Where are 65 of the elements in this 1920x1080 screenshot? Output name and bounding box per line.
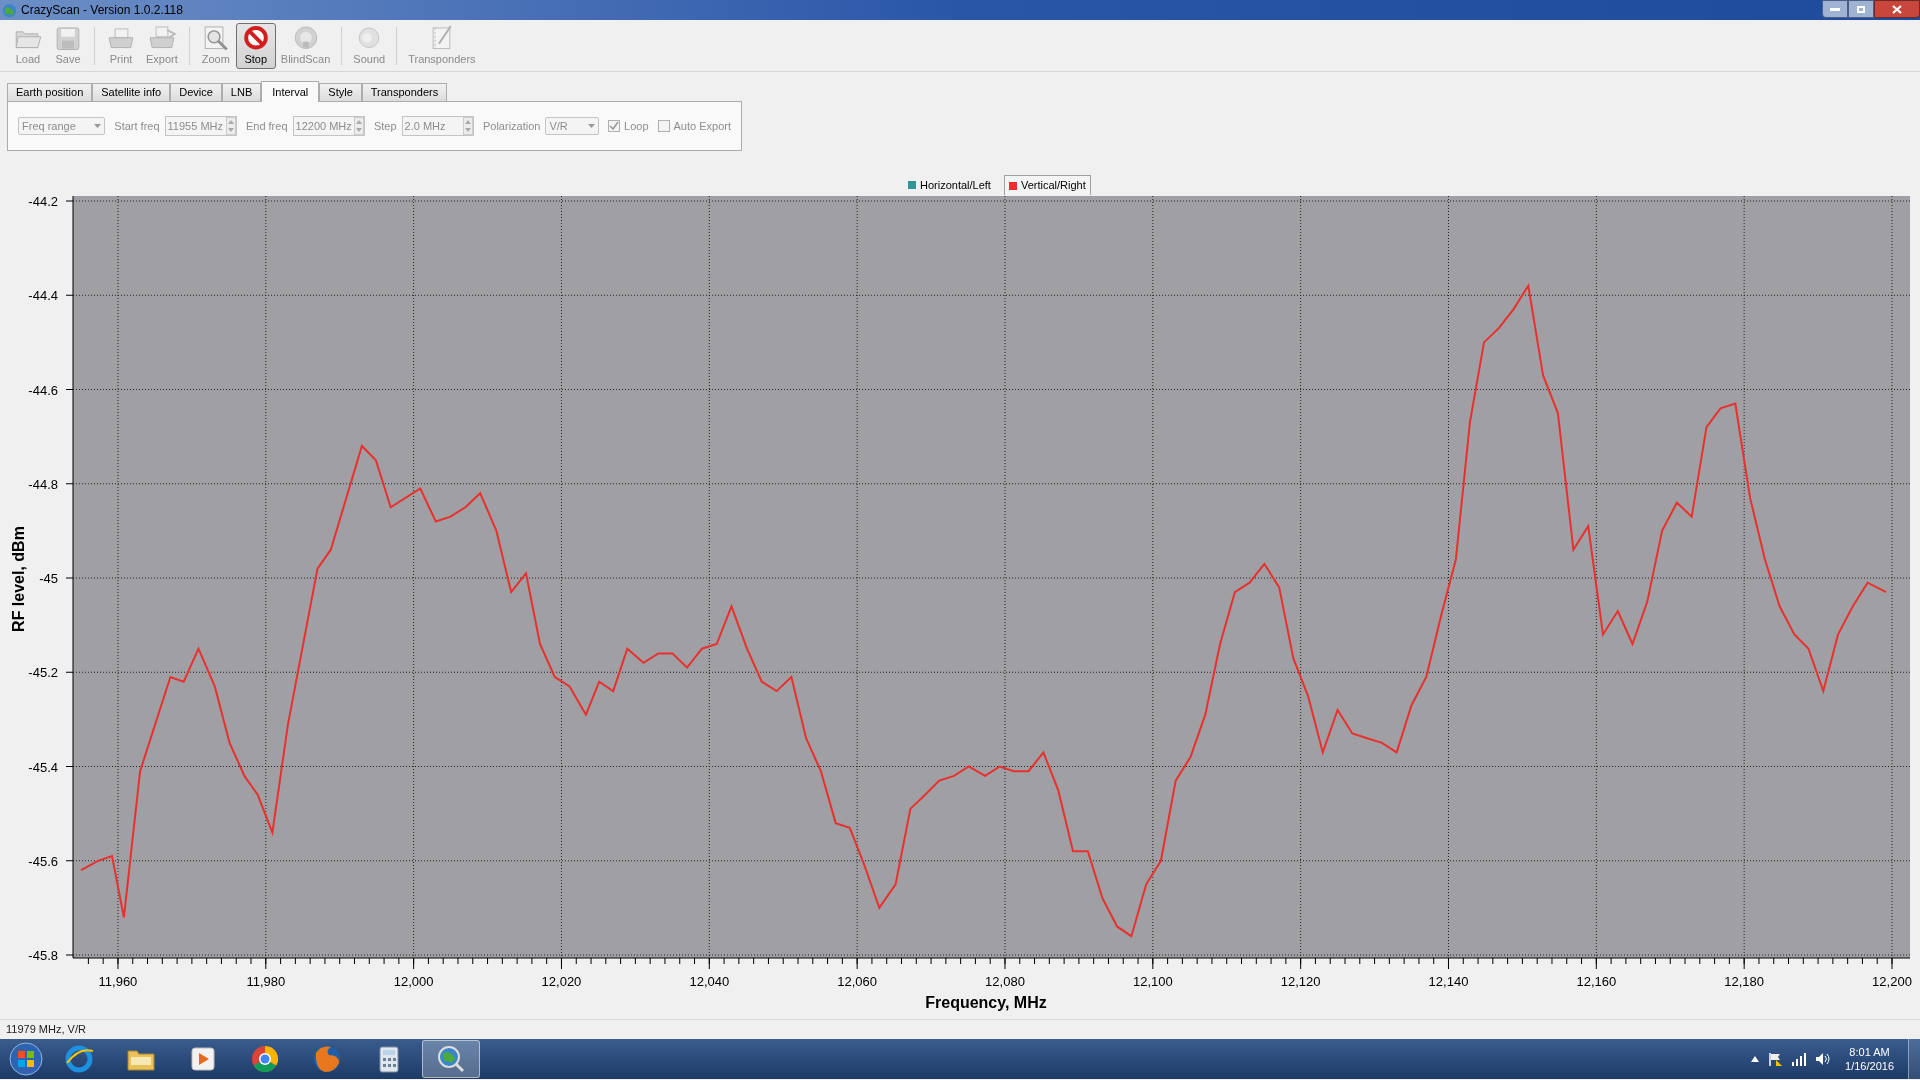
x-tick-label: 11,980 <box>246 974 286 989</box>
close-icon <box>1892 4 1902 14</box>
spinner-arrows-icon <box>225 117 236 135</box>
show-hidden-icons-arrow-icon[interactable] <box>1751 1056 1760 1062</box>
start-button[interactable] <box>6 1040 46 1078</box>
signal-bars-icon[interactable] <box>1791 1052 1808 1066</box>
toolbar-button[interactable]: Stop <box>235 22 276 69</box>
tab[interactable]: Device <box>170 83 222 101</box>
printer-icon <box>146 23 177 51</box>
minimize-button[interactable] <box>1822 0 1848 18</box>
x-tick-label: 12,140 <box>1428 974 1469 989</box>
start-orb-icon <box>9 1042 43 1076</box>
spinner-arrows-icon <box>462 117 473 135</box>
y-tick-label: -45.6 <box>28 853 58 869</box>
y-tick-label: -45.4 <box>28 759 58 775</box>
dropdown-arrow-icon <box>94 124 102 128</box>
x-tick-label: 12,180 <box>1724 974 1765 989</box>
x-tick-label: 12,200 <box>1872 974 1912 989</box>
field-label: Polarization <box>482 118 541 134</box>
show-desktop-button[interactable] <box>1908 1039 1920 1079</box>
close-button[interactable] <box>1874 0 1920 18</box>
color-wheel-icon <box>249 1043 281 1075</box>
globe-icon <box>2 2 17 18</box>
flag-icon[interactable] <box>1767 1051 1784 1067</box>
dropdown-arrow-icon <box>588 124 596 128</box>
tab[interactable]: Interval <box>261 81 320 102</box>
tab[interactable]: LNB <box>221 83 262 101</box>
field-label: End freq <box>245 118 288 134</box>
y-tick-label: -44.6 <box>28 382 58 398</box>
checkmark-icon <box>609 121 620 131</box>
ring-icon <box>63 1043 95 1075</box>
x-tick-label: 12,100 <box>1132 974 1173 989</box>
maximize-button[interactable] <box>1848 0 1874 18</box>
legend-label: Horizontal/Left <box>920 177 991 193</box>
status-text: 11979 MHz, V/R <box>6 1022 86 1038</box>
x-axis-title: Frequency, MHz <box>925 994 1047 1011</box>
field-label: Start freq <box>114 118 160 134</box>
x-tick-label: 12,060 <box>837 974 878 989</box>
y-tick-label: -45.8 <box>28 948 58 963</box>
tab[interactable]: Earth position <box>7 83 93 101</box>
x-tick-label: 12,120 <box>1280 974 1321 989</box>
legend-label: Vertical/Right <box>1020 178 1086 194</box>
spinner-arrows-icon <box>353 117 364 135</box>
tab[interactable]: Transponders <box>361 83 448 101</box>
y-axis-title: RF level, dBm <box>10 526 27 632</box>
legend-item[interactable]: Horizontal/Left <box>903 175 996 195</box>
speaker-icon[interactable] <box>1815 1052 1832 1066</box>
y-tick-label: -44.2 <box>28 194 58 209</box>
x-tick-label: 12,040 <box>689 974 730 989</box>
y-tick-label: -45 <box>39 571 58 586</box>
x-tick-label: 11,960 <box>98 974 138 989</box>
x-tick-label: 12,000 <box>393 974 434 989</box>
window-title: CrazyScan - Version 1.0.2.118 <box>21 2 183 19</box>
tab[interactable]: Style <box>319 83 362 101</box>
x-tick-label: 12,020 <box>541 974 582 989</box>
globe-magnifier-icon <box>435 1043 467 1075</box>
field-label: Step <box>373 118 397 134</box>
tab[interactable]: Satellite info <box>92 83 171 101</box>
x-tick-label: 12,160 <box>1576 974 1617 989</box>
legend-item[interactable]: Vertical/Right <box>1003 175 1091 195</box>
y-tick-label: -44.4 <box>28 288 58 304</box>
x-tick-label: 12,080 <box>985 974 1025 989</box>
y-tick-label: -44.8 <box>28 476 58 492</box>
y-tick-label: -45.2 <box>28 665 58 681</box>
clock[interactable]: 8:01 AM 1/16/2016 <box>1845 1045 1894 1073</box>
